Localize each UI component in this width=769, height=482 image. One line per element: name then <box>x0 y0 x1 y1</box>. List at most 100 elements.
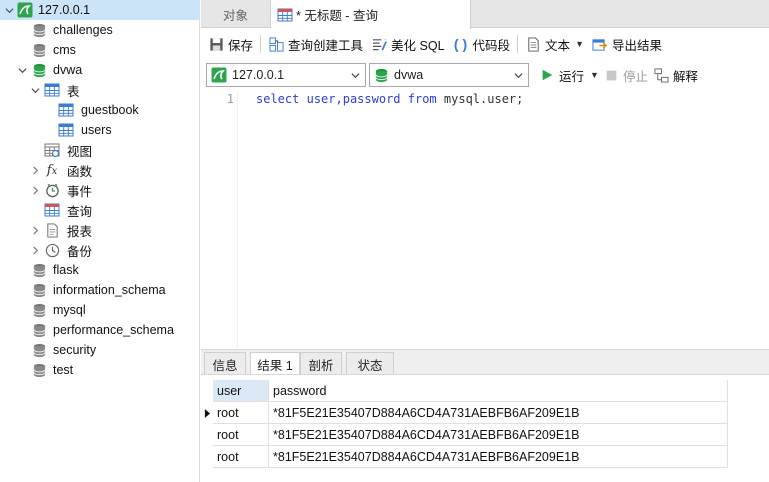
tree-events-node[interactable]: 事件 <box>0 180 200 200</box>
tree-db-label: test <box>53 363 74 377</box>
tree-db-label: security <box>53 343 97 357</box>
column-header-password[interactable]: password <box>269 380 728 402</box>
tree-db-dvwa[interactable]: dvwa <box>0 60 200 80</box>
tree-node-label: 查询 <box>67 204 93 219</box>
table-cell[interactable]: *81F5E21E35407D884A6CD4A731AEBFB6AF209E1… <box>269 424 728 446</box>
current-row-marker-icon <box>201 402 213 424</box>
chevron-down-icon[interactable] <box>4 5 14 15</box>
chevron-right-icon[interactable] <box>30 225 40 235</box>
database-open-icon <box>31 62 47 78</box>
tree-node-label: 视图 <box>67 144 93 159</box>
tree-db-performance-schema[interactable]: performance_schema <box>0 320 200 340</box>
chevron-down-icon <box>514 73 523 79</box>
tree-functions-node[interactable]: fx 函数 <box>0 160 200 180</box>
database-select-value: dvwa <box>394 68 424 82</box>
chevron-right-icon[interactable] <box>30 245 40 255</box>
tree-db-label: flask <box>53 263 79 277</box>
chevron-down-icon[interactable] <box>30 85 40 95</box>
tree-db-mysql[interactable]: mysql <box>0 300 200 320</box>
column-header-user[interactable]: user <box>213 380 269 402</box>
table-cell[interactable]: *81F5E21E35407D884A6CD4A731AEBFB6AF209E1… <box>269 446 728 468</box>
connection-label: 127.0.0.1 <box>38 3 91 17</box>
result-tab-bar: 信息 结果 1 剖析 状态 <box>201 349 769 376</box>
tree-node-label: 事件 <box>67 184 93 199</box>
tree-db-security[interactable]: security <box>0 340 200 360</box>
tree-queries-node[interactable]: 查询 <box>0 200 200 220</box>
database-select[interactable]: dvwa <box>369 63 529 87</box>
toolbar-divider <box>260 35 262 53</box>
save-button[interactable]: 保存 <box>204 33 257 55</box>
column-header-label: user <box>217 383 242 398</box>
database-icon <box>31 262 47 278</box>
tree-backups-node[interactable]: 备份 <box>0 240 200 260</box>
tab-status[interactable]: 状态 <box>346 352 394 375</box>
tab-query[interactable]: * 无标题 - 查询 <box>271 0 471 29</box>
tree-table-label: guestbook <box>81 103 139 117</box>
tab-status-label: 状态 <box>357 358 383 373</box>
database-icon <box>31 302 47 318</box>
tab-info[interactable]: 信息 <box>204 352 246 375</box>
beautify-sql-button[interactable]: 美化 SQL <box>367 33 449 55</box>
tab-info-label: 信息 <box>212 358 238 373</box>
chevron-down-icon[interactable] <box>17 65 27 75</box>
database-icon <box>31 282 47 298</box>
backup-icon <box>44 242 60 258</box>
export-results-button[interactable]: 导出结果 <box>588 33 666 55</box>
tree-reports-node[interactable]: 报表 <box>0 220 200 240</box>
connection-select[interactable]: 127.0.0.1 <box>206 63 366 87</box>
sql-code-line[interactable]: select user,password from mysql.user; <box>256 92 523 106</box>
tab-query-label: * 无标题 - 查询 <box>296 9 378 23</box>
mysql-connection-icon <box>211 67 227 83</box>
tree-db-flask[interactable]: flask <box>0 260 200 280</box>
tab-result-1[interactable]: 结果 1 <box>250 352 300 376</box>
export-results-label: 导出结果 <box>611 38 662 53</box>
table-icon <box>58 122 74 138</box>
tab-objects-label: 对象 <box>222 8 248 23</box>
table-icon <box>58 102 74 118</box>
tab-profile-label: 剖析 <box>308 358 334 373</box>
run-dropdown-arrow-icon[interactable]: ▼ <box>590 70 599 80</box>
chevron-right-icon[interactable] <box>30 185 40 195</box>
tree-db-test[interactable]: test <box>0 360 200 380</box>
tab-objects[interactable]: 对象 <box>201 0 271 28</box>
explain-button[interactable]: 解释 <box>649 64 702 86</box>
dropdown-arrow-icon[interactable]: ▼ <box>575 39 584 49</box>
explain-icon <box>653 67 669 83</box>
tree-db-cms[interactable]: cms <box>0 40 200 60</box>
sql-editor[interactable]: 1 select user,password from mysql.user; <box>201 90 769 348</box>
table-cell[interactable]: root <box>213 402 269 424</box>
database-icon <box>31 342 47 358</box>
tree-table-guestbook[interactable]: guestbook <box>0 100 200 120</box>
beautify-icon <box>371 36 387 52</box>
query-builder-button[interactable]: 查询创建工具 <box>264 33 367 55</box>
tree-db-label: mysql <box>53 303 86 317</box>
tree-node-label: 备份 <box>67 244 93 259</box>
code-snippet-button[interactable]: ( ) 代码段 <box>449 33 515 55</box>
table-cell[interactable]: root <box>213 424 269 446</box>
run-label: 运行 <box>559 69 585 84</box>
function-icon: fx <box>46 162 58 178</box>
text-document-icon <box>525 36 541 52</box>
tree-db-label: cms <box>53 43 76 57</box>
query-icon <box>44 202 60 218</box>
text-button[interactable]: 文本 ▼ <box>521 33 588 55</box>
database-icon <box>31 362 47 378</box>
table-icon <box>44 82 60 98</box>
table-cell[interactable]: root <box>213 446 269 468</box>
tree-db-challenges[interactable]: challenges <box>0 20 200 40</box>
tree-table-users[interactable]: users <box>0 120 200 140</box>
tree-db-information-schema[interactable]: information_schema <box>0 280 200 300</box>
stop-button[interactable]: 停止 <box>599 64 652 86</box>
tree-connection[interactable]: 127.0.0.1 <box>0 0 200 20</box>
tree-views-node[interactable]: 视图 <box>0 140 200 160</box>
explain-label: 解释 <box>673 69 699 84</box>
table-cell[interactable]: *81F5E21E35407D884A6CD4A731AEBFB6AF209E1… <box>269 402 728 424</box>
tree-db-label: dvwa <box>53 63 83 77</box>
beautify-sql-label: 美化 SQL <box>391 38 445 53</box>
tab-profile[interactable]: 剖析 <box>300 352 342 375</box>
cell-value: root <box>217 449 239 464</box>
chevron-right-icon[interactable] <box>30 165 40 175</box>
save-icon <box>208 36 224 52</box>
run-button[interactable]: 运行 ▼ <box>535 64 603 86</box>
tree-tables-node[interactable]: 表 <box>0 80 200 100</box>
